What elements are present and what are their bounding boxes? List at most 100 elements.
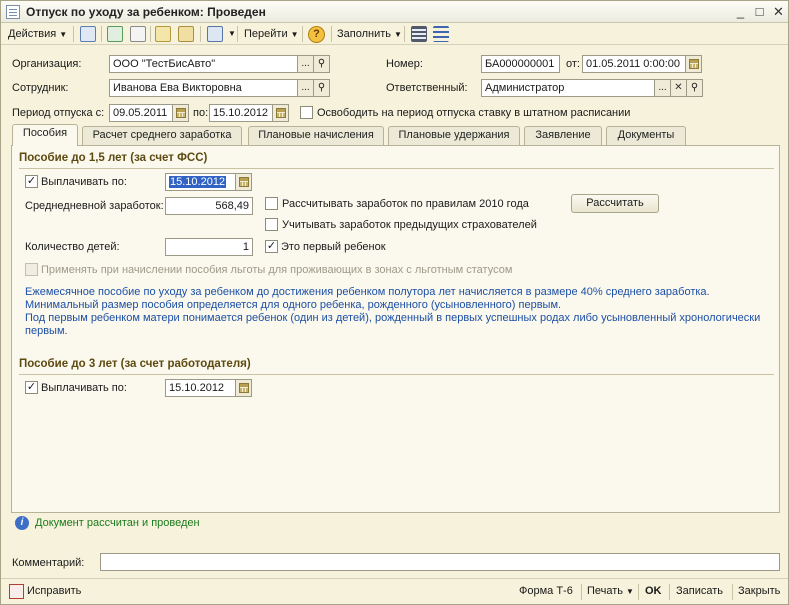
post-document-icon[interactable] xyxy=(155,26,171,42)
employee-label: Сотрудник: xyxy=(12,82,69,94)
chevron-down-icon[interactable]: ▼ xyxy=(228,26,236,42)
move-icon[interactable] xyxy=(80,26,96,42)
fill-label: Заполнить xyxy=(337,28,392,40)
minimize-button[interactable]: _ xyxy=(732,3,749,20)
search-icon[interactable]: ⚲ xyxy=(687,79,703,97)
employee-field[interactable]: Иванова Ева Викторовна xyxy=(109,79,298,97)
first-child-checkbox[interactable]: ✓ xyxy=(265,240,278,253)
info-line: Под первым ребенком матери понимается ре… xyxy=(25,312,761,324)
release-rate-label: Освободить на период отпуска ставку в шт… xyxy=(317,107,631,119)
bottom-bar: Исправить Форма Т-6 Печать ▼ OK Записать … xyxy=(1,578,788,604)
comment-field[interactable] xyxy=(100,553,780,571)
children-count-field[interactable]: 1 xyxy=(165,238,253,256)
tab-average-earnings[interactable]: Расчет среднего заработка xyxy=(82,126,242,145)
tab-application[interactable]: Заявление xyxy=(524,126,602,145)
info-line: Ежемесячное пособие по уходу за ребенком… xyxy=(25,286,710,298)
chevron-down-icon: ▼ xyxy=(626,587,634,596)
organization-field[interactable]: ООО "ТестБисАвто" xyxy=(109,55,298,73)
pay-until-checkbox[interactable]: ✓ xyxy=(25,175,38,188)
search-icon[interactable]: ⚲ xyxy=(314,55,330,73)
period-to-field[interactable]: 15.10.2012 xyxy=(209,104,273,122)
benefits-zone-checkbox[interactable] xyxy=(25,263,38,276)
pay-until-date-field[interactable]: 15.10.2012 xyxy=(165,173,236,191)
copy-icon[interactable] xyxy=(130,26,146,42)
close-button[interactable]: Закрыть xyxy=(738,585,780,597)
status-text: Документ рассчитан и проведен xyxy=(35,517,200,529)
checklist-icon[interactable] xyxy=(433,26,449,42)
fix-button[interactable]: Исправить xyxy=(27,585,81,597)
benefits-zone-label: Применять при начислении пособия льготы … xyxy=(41,264,513,276)
avg-salary-label: Среднедневной заработок: xyxy=(25,200,164,212)
tab-planned-deductions[interactable]: Плановые удержания xyxy=(388,126,520,145)
tab-documents[interactable]: Документы xyxy=(606,126,686,145)
section-title-fss: Пособие до 1,5 лет (за счет ФСС) xyxy=(19,152,208,164)
info-line: первым. xyxy=(25,325,68,337)
tab-benefits[interactable]: Пособия xyxy=(12,124,78,146)
divider xyxy=(19,374,774,375)
comment-label: Комментарий: xyxy=(12,557,85,569)
prev-insurers-checkbox[interactable] xyxy=(265,218,278,231)
select-button[interactable]: ... xyxy=(298,55,314,73)
info-icon: i xyxy=(15,516,29,530)
calendar-icon[interactable] xyxy=(236,379,252,397)
rules-2010-checkbox[interactable] xyxy=(265,197,278,210)
document-icon xyxy=(6,5,20,19)
print-menu[interactable]: Печать ▼ xyxy=(587,585,634,597)
save-button[interactable]: Записать xyxy=(676,585,723,597)
period-label: Период отпуска с: xyxy=(12,107,105,119)
selected-date: 15.10.2012 xyxy=(169,176,227,188)
pay-until-3y-checkbox[interactable]: ✓ xyxy=(25,381,38,394)
help-icon[interactable]: ? xyxy=(308,26,325,43)
select-button[interactable]: ... xyxy=(655,79,671,97)
org-label: Организация: xyxy=(12,58,82,70)
window-title: Отпуск по уходу за ребенком: Проведен xyxy=(26,5,266,19)
calendar-icon[interactable] xyxy=(686,55,702,73)
goto-label: Перейти xyxy=(244,28,288,40)
tab-planned-accruals[interactable]: Плановые начисления xyxy=(248,126,384,145)
fill-menu[interactable]: Заполнить ▼ xyxy=(337,26,402,42)
chevron-down-icon: ▼ xyxy=(394,30,402,39)
responsible-label: Ответственный: xyxy=(386,82,468,94)
period-to-label: по: xyxy=(193,107,209,119)
section-title-employer: Пособие до 3 лет (за счет работодателя) xyxy=(19,358,251,370)
document-date-field[interactable]: 01.05.2011 0:00:00 xyxy=(582,55,686,73)
refresh-icon[interactable] xyxy=(107,26,123,42)
select-button[interactable]: ... xyxy=(298,79,314,97)
maximize-button[interactable]: □ xyxy=(751,3,768,20)
calculate-button[interactable]: Рассчитать xyxy=(571,194,659,213)
fix-icon[interactable] xyxy=(9,584,24,599)
responsible-field[interactable]: Администратор xyxy=(481,79,655,97)
avg-salary-field[interactable]: 568,49 xyxy=(165,197,253,215)
first-child-label: Это первый ребенок xyxy=(281,241,386,253)
chevron-down-icon: ▼ xyxy=(290,30,299,39)
actions-menu[interactable]: Действия ▼ xyxy=(8,26,67,42)
divider xyxy=(19,168,774,169)
release-rate-checkbox[interactable] xyxy=(300,106,313,119)
goto-menu[interactable]: Перейти ▼ xyxy=(244,26,299,42)
number-field[interactable]: БА000000001 xyxy=(481,55,560,73)
calendar-icon[interactable] xyxy=(273,104,289,122)
period-from-field[interactable]: 09.05.2011 xyxy=(109,104,173,122)
date-from-label: от: xyxy=(566,58,580,70)
actions-label: Действия xyxy=(8,28,57,40)
calendar-icon[interactable] xyxy=(173,104,189,122)
list-settings-icon[interactable] xyxy=(411,26,427,42)
prev-insurers-label: Учитывать заработок предыдущих страховат… xyxy=(282,219,537,231)
pay-until-3y-date-field[interactable]: 15.10.2012 xyxy=(165,379,236,397)
number-label: Номер: xyxy=(386,58,423,70)
rules-2010-label: Рассчитывать заработок по правилам 2010 … xyxy=(282,198,529,210)
chevron-down-icon: ▼ xyxy=(59,30,68,39)
search-icon[interactable]: ⚲ xyxy=(314,79,330,97)
document-window: Отпуск по уходу за ребенком: Проведен _ … xyxy=(0,0,789,605)
unpost-document-icon[interactable] xyxy=(178,26,194,42)
close-window-button[interactable]: ✕ xyxy=(770,3,787,20)
toolbar: Действия ▼ ▼ Перейти ▼ ? Заполнить ▼ xyxy=(1,23,788,45)
calendar-icon[interactable] xyxy=(236,173,252,191)
title-bar: Отпуск по уходу за ребенком: Проведен _ … xyxy=(1,1,788,23)
info-line: Минимальный размер пособия определяется … xyxy=(25,299,562,311)
ok-button[interactable]: OK xyxy=(645,585,662,597)
form-t6-button[interactable]: Форма Т-6 xyxy=(519,585,573,597)
clear-icon[interactable]: ✕ xyxy=(671,79,687,97)
pay-until-3y-label: Выплачивать по: xyxy=(41,382,127,394)
structure-icon[interactable] xyxy=(207,26,223,42)
